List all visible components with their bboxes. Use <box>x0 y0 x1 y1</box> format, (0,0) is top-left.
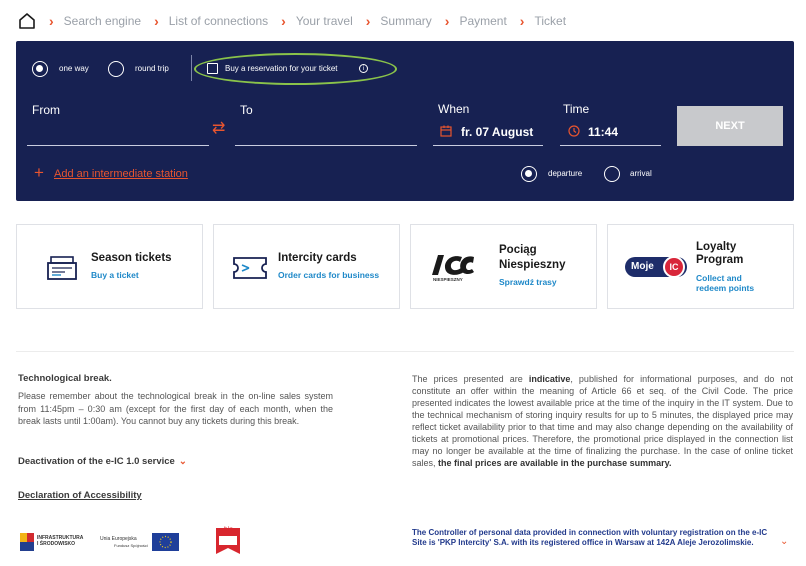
arrival-radio[interactable] <box>604 166 620 182</box>
time-field[interactable]: 11:44 <box>588 125 618 139</box>
divider <box>16 351 794 352</box>
breadcrumb-step[interactable]: › Payment <box>432 13 507 29</box>
season-ticket-icon <box>47 256 77 280</box>
card-title: Season tickets <box>91 252 172 264</box>
add-intermediate-station-link[interactable]: Add an intermediate station <box>54 168 188 180</box>
when-label: When <box>438 102 470 116</box>
departure-label[interactable]: departure <box>548 169 582 178</box>
divider <box>191 55 192 81</box>
plus-icon[interactable]: + <box>34 164 44 181</box>
breadcrumb-step[interactable]: › Your travel <box>268 13 353 29</box>
chevron-right-icon: › <box>444 13 450 29</box>
card-subtitle[interactable]: Sprawdź trasy <box>499 277 557 287</box>
date-underline <box>433 145 543 146</box>
round-trip-label[interactable]: round trip <box>135 64 169 73</box>
swap-stations-icon[interactable]: ⇄ <box>212 121 225 137</box>
chevron-right-icon: › <box>154 13 159 29</box>
loyalty-program-card[interactable]: Moje IC Loyalty Program Collect and rede… <box>607 224 794 309</box>
search-panel: one way round trip Buy a reservation for… <box>16 41 794 201</box>
departure-radio[interactable] <box>521 166 537 182</box>
card-subtitle[interactable]: Order cards for business <box>278 270 379 280</box>
card-icon <box>233 257 267 279</box>
reservation-checkbox[interactable] <box>207 63 218 74</box>
bip-logo[interactable]: bip <box>216 527 240 554</box>
chevron-right-icon: › <box>281 13 286 29</box>
breadcrumb-step[interactable]: › Ticket <box>507 13 566 29</box>
from-input[interactable] <box>27 145 209 146</box>
chevron-right-icon: › <box>519 13 525 29</box>
chevron-right-icon: › <box>49 13 54 29</box>
calendar-icon <box>440 125 452 137</box>
card-subtitle[interactable]: Collect and <box>696 273 742 283</box>
prices-disclaimer: The prices presented are indicative, pub… <box>412 374 793 468</box>
infrastruktura-logo: INFRASTRUKTURA I ŚRODOWISKO <box>18 530 88 554</box>
moje-ic-logo: Moje IC <box>625 256 687 278</box>
to-label: To <box>240 103 253 117</box>
intercity-cards-card[interactable]: Intercity cards Order cards for business <box>213 224 400 309</box>
technological-break-text: Please remember about the technological … <box>18 391 333 426</box>
card-title: Niespieszny <box>499 259 566 271</box>
eu-logo: Unia Europejska Fundusz Spójności <box>100 532 180 554</box>
card-title: Pociąg <box>499 244 537 256</box>
logo-caption: NIESPIESZNY <box>433 277 463 282</box>
ic-niespieszny-logo <box>432 255 474 275</box>
arrival-label[interactable]: arrival <box>630 169 652 178</box>
time-label: Time <box>563 102 590 116</box>
technological-break-title: Technological break. <box>18 373 112 384</box>
one-way-label[interactable]: one way <box>59 64 89 73</box>
card-subtitle[interactable]: redeem points <box>696 283 754 293</box>
card-title: Intercity cards <box>278 252 357 264</box>
one-way-radio[interactable] <box>32 61 48 77</box>
info-icon[interactable]: i <box>359 64 368 73</box>
pociag-niespieszny-card[interactable]: NIESPIESZNY Pociąg Niespieszny Sprawdź t… <box>410 224 597 309</box>
to-input[interactable] <box>235 145 417 146</box>
deactivation-toggle[interactable]: Deactivation of the e-IC 1.0 service ⌄ <box>18 456 187 467</box>
home-icon[interactable] <box>18 12 36 30</box>
season-tickets-card[interactable]: Season tickets Buy a ticket <box>16 224 203 309</box>
from-label: From <box>32 103 60 117</box>
fe-logo-icon <box>20 533 34 551</box>
logo-text: IC <box>663 256 685 278</box>
logo-text: Moje <box>631 261 654 272</box>
next-button[interactable]: NEXT <box>677 106 783 146</box>
round-trip-radio[interactable] <box>108 61 124 77</box>
chevron-down-icon: ⌄ <box>178 456 187 467</box>
card-title: Loyalty <box>696 241 737 253</box>
reservation-label[interactable]: Buy a reservation for your ticket <box>225 64 338 73</box>
chevron-right-icon: › <box>365 13 371 29</box>
card-subtitle[interactable]: Buy a ticket <box>91 270 139 280</box>
breadcrumb-step[interactable]: › Summary <box>353 13 432 29</box>
time-underline <box>560 145 661 146</box>
accessibility-link[interactable]: Declaration of Accessibility <box>18 490 142 501</box>
chevron-down-icon[interactable]: ⌄ <box>780 536 788 547</box>
eu-flag-icon <box>152 533 179 551</box>
breadcrumb: › Search engine › List of connections › You… <box>18 10 566 32</box>
date-field[interactable]: fr. 07 August <box>461 125 533 139</box>
clock-icon <box>568 125 580 137</box>
data-controller-info[interactable]: The Controller of personal data provided… <box>412 528 772 547</box>
breadcrumb-step[interactable]: › Search engine <box>36 13 141 29</box>
breadcrumb-step[interactable]: › List of connections <box>141 13 268 29</box>
card-title: Program <box>696 254 744 266</box>
